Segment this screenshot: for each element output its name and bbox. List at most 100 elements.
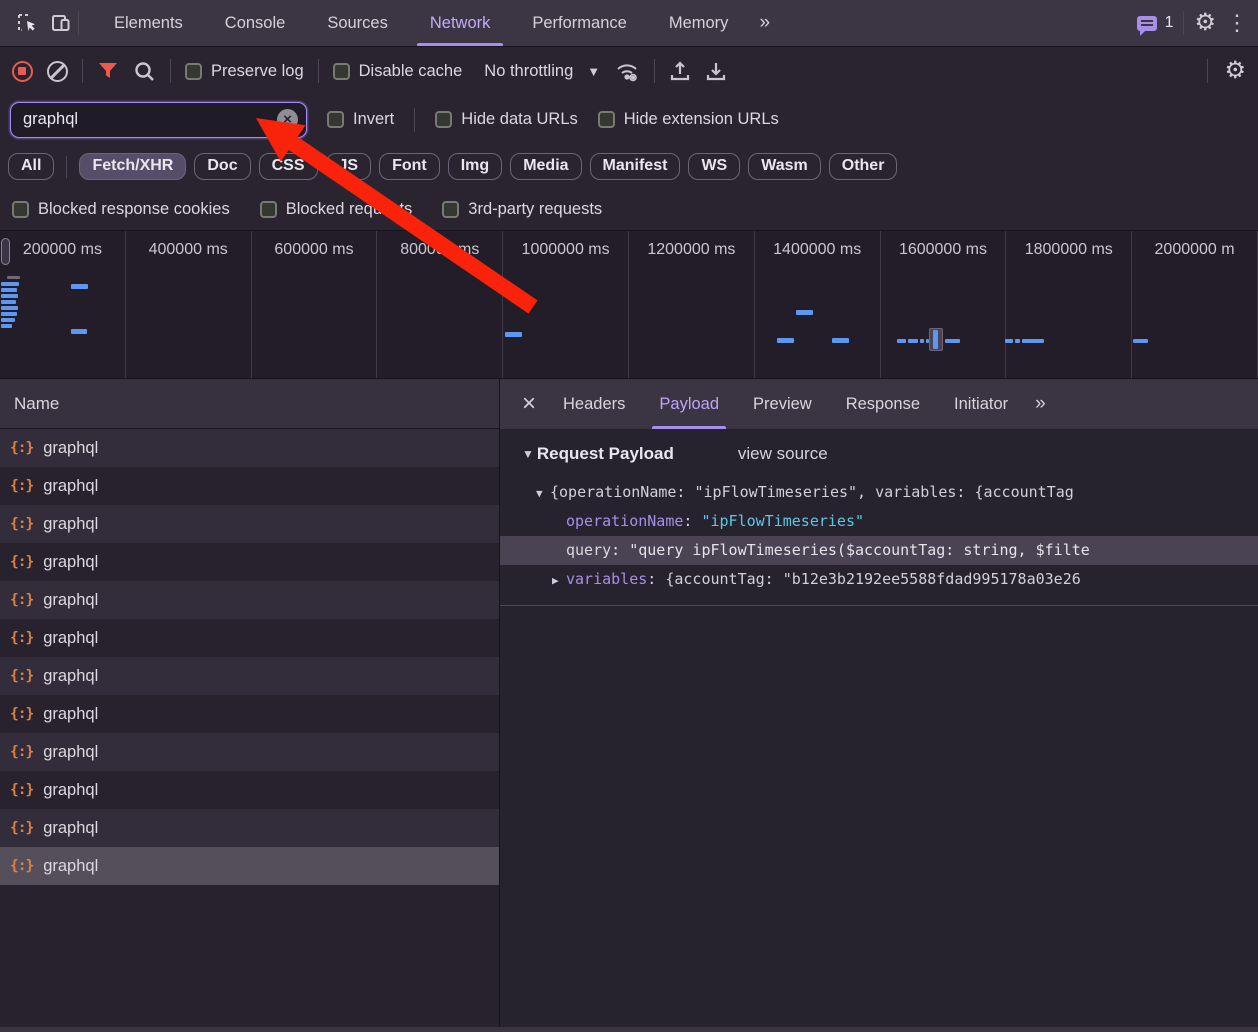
close-icon[interactable]: × [512,392,546,416]
timeline-request-bar [897,339,906,343]
checkbox-icon [260,201,277,218]
detail-tab-initiator[interactable]: Initiator [937,379,1025,429]
throttling-dropdown[interactable]: No throttling ▼ [484,62,600,81]
issues-indicator[interactable]: 1 [1137,14,1174,32]
payload-view: ▼ Request Payload view source ▼{operatio… [500,429,1258,606]
payload-summary-line[interactable]: ▼{operationName: "ipFlowTimeseries", var… [500,478,1258,507]
preserve-log-checkbox[interactable]: Preserve log [185,62,304,81]
collapse-triangle-icon[interactable]: ▼ [522,447,534,461]
timeline-request-bar [1,300,16,304]
chip-ws[interactable]: WS [688,153,740,180]
chip-all[interactable]: All [8,153,54,180]
expand-triangle-icon[interactable]: ▶ [552,566,566,594]
timeline-request-bar [1,306,18,310]
more-detail-tabs-icon[interactable]: » [1025,393,1054,415]
blocked-requests-checkbox[interactable]: Blocked requests [260,200,413,219]
collapse-triangle-icon[interactable]: ▼ [536,479,550,507]
timeline-request-bar [796,310,813,315]
more-tabs-icon[interactable]: » [749,12,778,34]
devtools-tabbar: ElementsConsoleSourcesNetworkPerformance… [0,0,1258,47]
chip-doc[interactable]: Doc [194,153,250,180]
invert-checkbox[interactable]: Invert [327,110,394,129]
timeline-request-bar [1,288,17,292]
chip-manifest[interactable]: Manifest [590,153,681,180]
timeline-request-bar [7,276,20,279]
blocked-response-cookies-checkbox[interactable]: Blocked response cookies [12,200,230,219]
timeline-request-bar [1,318,15,322]
fetch-xhr-icon: {:} [10,858,33,874]
timeline-request-bar [933,330,938,349]
filter-row: × Invert Hide data URLs Hide extension U… [0,95,1258,144]
tab-network[interactable]: Network [409,0,512,46]
hide-extension-urls-checkbox[interactable]: Hide extension URLs [598,110,779,129]
fetch-xhr-icon: {:} [10,440,33,456]
detail-tab-response[interactable]: Response [829,379,937,429]
device-toolbar-icon[interactable] [44,6,78,40]
export-har-icon[interactable] [705,60,727,83]
chip-img[interactable]: Img [448,153,502,180]
filter-input[interactable] [23,110,277,129]
request-row[interactable]: {:}graphql [0,467,499,505]
settings-gear-icon[interactable]: ⚙ [1194,11,1216,35]
chip-wasm[interactable]: Wasm [748,153,821,180]
request-row[interactable]: {:}graphql [0,581,499,619]
request-row[interactable]: {:}graphql [0,847,499,885]
request-row[interactable]: {:}graphql [0,809,499,847]
disable-cache-checkbox[interactable]: Disable cache [333,62,463,81]
chip-fetch-xhr[interactable]: Fetch/XHR [79,153,186,180]
detail-tab-payload[interactable]: Payload [642,379,736,429]
checkbox-icon [185,63,202,80]
fetch-xhr-icon: {:} [10,554,33,570]
kebab-menu-icon[interactable]: ⋮ [1226,12,1248,34]
request-row[interactable]: {:}graphql [0,771,499,809]
payload-query-line[interactable]: query: "query ipFlowTimeseries($accountT… [500,536,1258,565]
divider [414,108,415,132]
requests-panel: Name {:}graphql{:}graphql{:}graphql{:}gr… [0,379,500,1032]
checkbox-icon [435,111,452,128]
inspect-element-icon[interactable] [10,6,44,40]
timeline-tick-label: 1200000 ms [629,231,755,378]
detail-tab-preview[interactable]: Preview [736,379,829,429]
timeline-request-bar [1,294,18,298]
divider [78,11,79,35]
view-source-link[interactable]: view source [738,444,828,464]
request-row[interactable]: {:}graphql [0,429,499,467]
chip-js[interactable]: JS [326,153,372,180]
payload-operation-line[interactable]: operationName: "ipFlowTimeseries" [500,507,1258,536]
clear-network-log-icon[interactable] [47,61,68,82]
tab-sources[interactable]: Sources [306,0,409,46]
chip-other[interactable]: Other [829,153,898,180]
request-row[interactable]: {:}graphql [0,543,499,581]
chip-css[interactable]: CSS [259,153,318,180]
filter-icon[interactable] [97,61,119,81]
search-icon[interactable] [133,60,156,83]
timeline-tick-label: 400000 ms [126,231,252,378]
tab-memory[interactable]: Memory [648,0,750,46]
timeline-resize-handle[interactable] [1,238,10,265]
payload-variables-line[interactable]: ▶variables: {accountTag: "b12e3b2192ee55… [500,565,1258,594]
network-overview-timeline[interactable]: 200000 ms400000 ms600000 ms800000 ms1000… [0,231,1258,379]
timeline-tick-label: 800000 ms [377,231,503,378]
import-har-icon[interactable] [669,60,691,83]
detail-tab-headers[interactable]: Headers [546,379,642,429]
tab-console[interactable]: Console [204,0,307,46]
chip-font[interactable]: Font [379,153,440,180]
clear-filter-icon[interactable]: × [277,109,298,130]
network-settings-gear-icon[interactable]: ⚙ [1224,59,1246,83]
tab-performance[interactable]: Performance [511,0,647,46]
network-conditions-icon[interactable] [614,60,640,82]
request-row[interactable]: {:}graphql [0,505,499,543]
divider [500,605,1258,606]
name-column-header[interactable]: Name [0,379,499,429]
record-network-log-button[interactable] [12,61,33,82]
3rd-party-requests-checkbox[interactable]: 3rd-party requests [442,200,602,219]
tab-elements[interactable]: Elements [93,0,204,46]
request-row[interactable]: {:}graphql [0,733,499,771]
issues-chat-icon [1137,16,1157,31]
timeline-tick-label: 1000000 ms [503,231,629,378]
request-row[interactable]: {:}graphql [0,619,499,657]
request-row[interactable]: {:}graphql [0,695,499,733]
chip-media[interactable]: Media [510,153,581,180]
hide-data-urls-checkbox[interactable]: Hide data URLs [435,110,577,129]
request-row[interactable]: {:}graphql [0,657,499,695]
